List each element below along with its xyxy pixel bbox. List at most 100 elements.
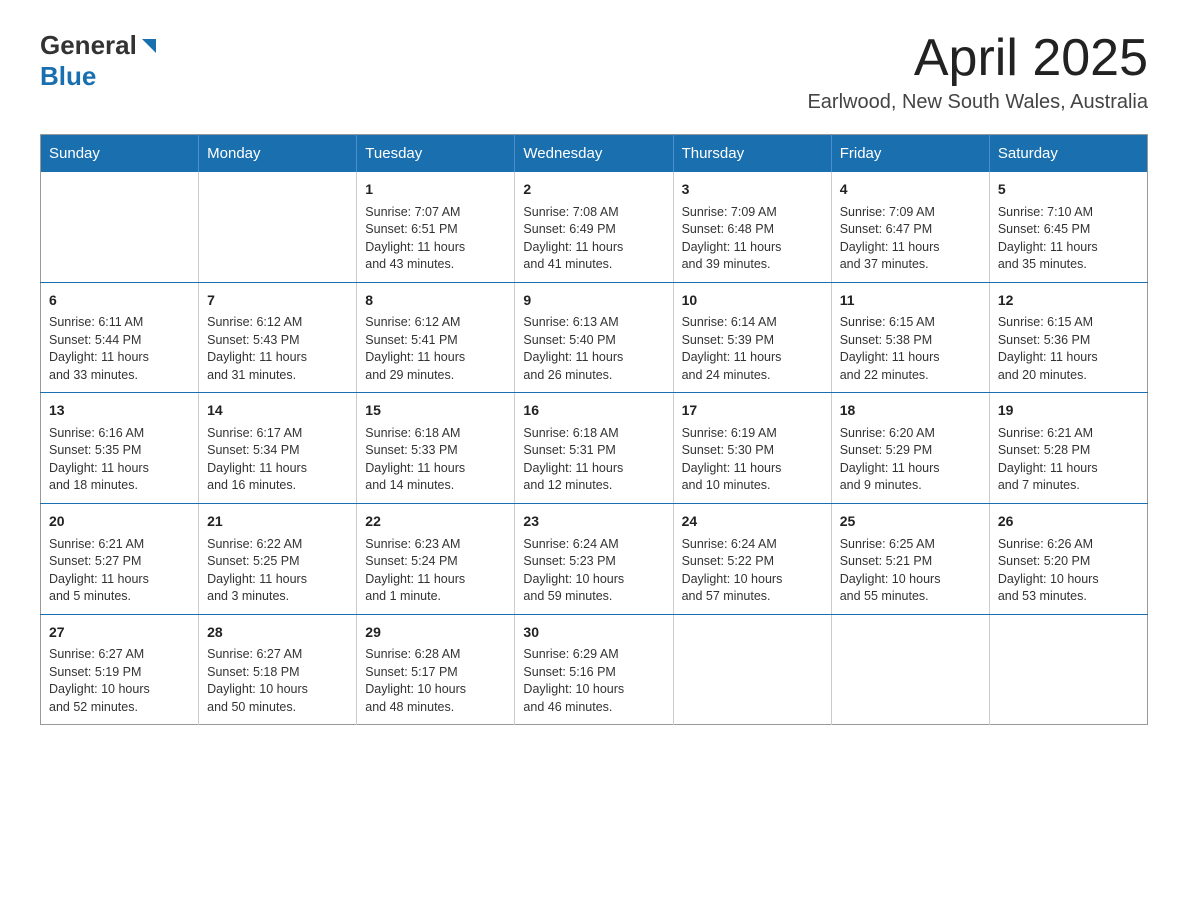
calendar-cell: 29 Sunrise: 6:28 AMSunset: 5:17 PMDayligh… — [357, 614, 515, 725]
logo-general-text: General — [40, 30, 137, 61]
day-number: 16 — [523, 401, 664, 421]
calendar-cell: 20 Sunrise: 6:21 AMSunset: 5:27 PMDayligh… — [41, 503, 199, 614]
calendar-cell: 28 Sunrise: 6:27 AMSunset: 5:18 PMDayligh… — [199, 614, 357, 725]
calendar-cell — [673, 614, 831, 725]
calendar-cell: 6 Sunrise: 6:11 AMSunset: 5:44 PMDaylight… — [41, 282, 199, 393]
day-info: Sunrise: 6:16 AMSunset: 5:35 PMDaylight:… — [49, 425, 190, 495]
calendar-week-row: 13Sunrise: 6:16 AMSunset: 5:35 PMDayligh… — [41, 393, 1148, 504]
day-number: 23 — [523, 512, 664, 532]
day-info: Sunrise: 6:19 AMSunset: 5:30 PMDaylight:… — [682, 425, 823, 495]
day-number: 18 — [840, 401, 981, 421]
day-number: 28 — [207, 623, 348, 643]
calendar-cell: 3Sunrise: 7:09 AMSunset: 6:48 PMDaylight… — [673, 172, 831, 282]
day-info: Sunrise: 6:11 AMSunset: 5:44 PMDaylight:… — [49, 314, 190, 384]
day-info: Sunrise: 6:13 AMSunset: 5:40 PMDaylight:… — [523, 314, 664, 384]
calendar-cell: 8 Sunrise: 6:12 AMSunset: 5:41 PMDaylight… — [357, 282, 515, 393]
logo-triangle-icon — [138, 35, 160, 57]
calendar-cell: 2Sunrise: 7:08 AMSunset: 6:49 PMDaylight… — [515, 172, 673, 282]
calendar-cell — [199, 172, 357, 282]
weekday-header: Wednesday — [515, 135, 673, 173]
calendar-week-row: 1 Sunrise: 7:07 AMSunset: 6:51 PMDaylight… — [41, 172, 1148, 282]
day-number: 9 — [523, 291, 664, 311]
calendar-header-row: SundayMondayTuesdayWednesdayThursdayFrid… — [41, 135, 1148, 173]
day-number: 12 — [998, 291, 1139, 311]
calendar-cell: 27 Sunrise: 6:27 AMSunset: 5:19 PMDayligh… — [41, 614, 199, 725]
day-info: Sunrise: 6:24 AMSunset: 5:23 PMDaylight:… — [523, 536, 664, 606]
weekday-header: Tuesday — [357, 135, 515, 173]
day-number: 27 — [49, 623, 190, 643]
day-info: Sunrise: 6:21 AMSunset: 5:28 PMDaylight:… — [998, 425, 1139, 495]
day-info: Sunrise: 7:07 AMSunset: 6:51 PMDaylight:… — [365, 204, 506, 274]
day-info: Sunrise: 6:24 AMSunset: 5:22 PMDaylight:… — [682, 536, 823, 606]
day-number: 6 — [49, 291, 190, 311]
calendar-cell: 23 Sunrise: 6:24 AMSunset: 5:23 PMDayligh… — [515, 503, 673, 614]
calendar-cell: 21 Sunrise: 6:22 AMSunset: 5:25 PMDayligh… — [199, 503, 357, 614]
day-info: Sunrise: 6:28 AMSunset: 5:17 PMDaylight:… — [365, 646, 506, 716]
day-info: Sunrise: 6:14 AMSunset: 5:39 PMDaylight:… — [682, 314, 823, 384]
day-number: 30 — [523, 623, 664, 643]
day-number: 1 — [365, 180, 506, 200]
day-info: Sunrise: 6:27 AMSunset: 5:19 PMDaylight:… — [49, 646, 190, 716]
day-number: 11 — [840, 291, 981, 311]
calendar-cell — [831, 614, 989, 725]
calendar-cell: 7Sunrise: 6:12 AMSunset: 5:43 PMDaylight… — [199, 282, 357, 393]
calendar-table: SundayMondayTuesdayWednesdayThursdayFrid… — [40, 134, 1148, 725]
day-info: Sunrise: 6:27 AMSunset: 5:18 PMDaylight:… — [207, 646, 348, 716]
day-info: Sunrise: 6:15 AMSunset: 5:38 PMDaylight:… — [840, 314, 981, 384]
day-number: 22 — [365, 512, 506, 532]
day-info: Sunrise: 6:15 AMSunset: 5:36 PMDaylight:… — [998, 314, 1139, 384]
day-info: Sunrise: 6:12 AMSunset: 5:41 PMDaylight:… — [365, 314, 506, 384]
day-info: Sunrise: 6:21 AMSunset: 5:27 PMDaylight:… — [49, 536, 190, 606]
calendar-cell: 11 Sunrise: 6:15 AMSunset: 5:38 PMDayligh… — [831, 282, 989, 393]
day-number: 20 — [49, 512, 190, 532]
day-info: Sunrise: 6:29 AMSunset: 5:16 PMDaylight:… — [523, 646, 664, 716]
calendar-cell: 24 Sunrise: 6:24 AMSunset: 5:22 PMDayligh… — [673, 503, 831, 614]
calendar-cell: 17 Sunrise: 6:19 AMSunset: 5:30 PMDayligh… — [673, 393, 831, 504]
calendar-cell: 18 Sunrise: 6:20 AMSunset: 5:29 PMDayligh… — [831, 393, 989, 504]
logo-blue-label: Blue — [40, 61, 96, 91]
day-info: Sunrise: 6:12 AMSunset: 5:43 PMDaylight:… — [207, 314, 348, 384]
logo-area: General Blue — [40, 30, 161, 92]
calendar-cell: 5Sunrise: 7:10 AMSunset: 6:45 PMDaylight… — [989, 172, 1147, 282]
logo: General — [40, 30, 161, 61]
calendar-cell — [41, 172, 199, 282]
calendar-cell: 25Sunrise: 6:25 AMSunset: 5:21 PMDayligh… — [831, 503, 989, 614]
calendar-cell: 30 Sunrise: 6:29 AMSunset: 5:16 PMDayligh… — [515, 614, 673, 725]
day-number: 15 — [365, 401, 506, 421]
weekday-header: Thursday — [673, 135, 831, 173]
weekday-header: Monday — [199, 135, 357, 173]
calendar-week-row: 20 Sunrise: 6:21 AMSunset: 5:27 PMDayligh… — [41, 503, 1148, 614]
day-number: 14 — [207, 401, 348, 421]
calendar-cell: 19Sunrise: 6:21 AMSunset: 5:28 PMDayligh… — [989, 393, 1147, 504]
day-info: Sunrise: 7:08 AMSunset: 6:49 PMDaylight:… — [523, 204, 664, 274]
day-number: 17 — [682, 401, 823, 421]
calendar-cell: 1 Sunrise: 7:07 AMSunset: 6:51 PMDaylight… — [357, 172, 515, 282]
day-info: Sunrise: 6:23 AMSunset: 5:24 PMDaylight:… — [365, 536, 506, 606]
day-info: Sunrise: 6:18 AMSunset: 5:33 PMDaylight:… — [365, 425, 506, 495]
month-title: April 2025 — [807, 30, 1148, 87]
day-number: 24 — [682, 512, 823, 532]
calendar-cell — [989, 614, 1147, 725]
day-number: 10 — [682, 291, 823, 311]
day-info: Sunrise: 6:26 AMSunset: 5:20 PMDaylight:… — [998, 536, 1139, 606]
weekday-header: Friday — [831, 135, 989, 173]
calendar-week-row: 6 Sunrise: 6:11 AMSunset: 5:44 PMDaylight… — [41, 282, 1148, 393]
day-info: Sunrise: 6:25 AMSunset: 5:21 PMDaylight:… — [840, 536, 981, 606]
calendar-cell: 16Sunrise: 6:18 AMSunset: 5:31 PMDayligh… — [515, 393, 673, 504]
weekday-header: Saturday — [989, 135, 1147, 173]
day-number: 26 — [998, 512, 1139, 532]
day-number: 8 — [365, 291, 506, 311]
day-number: 21 — [207, 512, 348, 532]
day-number: 29 — [365, 623, 506, 643]
calendar-week-row: 27 Sunrise: 6:27 AMSunset: 5:19 PMDayligh… — [41, 614, 1148, 725]
weekday-header: Sunday — [41, 135, 199, 173]
calendar-cell: 13Sunrise: 6:16 AMSunset: 5:35 PMDayligh… — [41, 393, 199, 504]
day-info: Sunrise: 6:22 AMSunset: 5:25 PMDaylight:… — [207, 536, 348, 606]
day-info: Sunrise: 7:10 AMSunset: 6:45 PMDaylight:… — [998, 204, 1139, 274]
logo-blue-text: Blue — [40, 61, 96, 92]
calendar-cell: 12 Sunrise: 6:15 AMSunset: 5:36 PMDayligh… — [989, 282, 1147, 393]
calendar-cell: 4Sunrise: 7:09 AMSunset: 6:47 PMDaylight… — [831, 172, 989, 282]
day-info: Sunrise: 7:09 AMSunset: 6:47 PMDaylight:… — [840, 204, 981, 274]
calendar-cell: 14Sunrise: 6:17 AMSunset: 5:34 PMDayligh… — [199, 393, 357, 504]
day-info: Sunrise: 6:20 AMSunset: 5:29 PMDaylight:… — [840, 425, 981, 495]
